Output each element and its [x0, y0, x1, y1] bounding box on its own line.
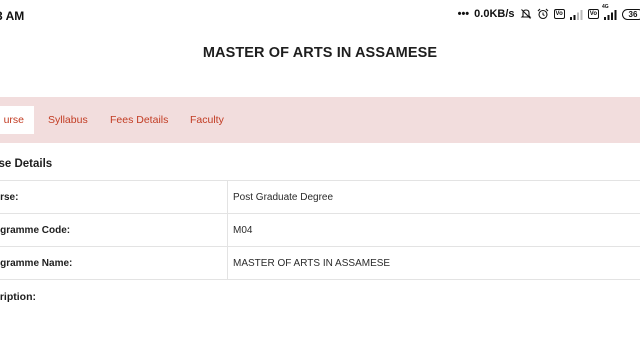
battery-icon: 36: [622, 8, 640, 20]
network-speed: 0.0KB/s: [474, 8, 515, 20]
status-time: 3 AM: [0, 9, 25, 23]
status-bar: 3 AM ••• 0.0KB/s Vo Vo 4G 36: [0, 0, 640, 34]
volte-icon: Vo: [587, 9, 599, 19]
signal-icon: [569, 9, 583, 20]
row-label: ogramme Name:: [0, 247, 228, 279]
tab-bar: urse Syllabus Fees Details Faculty: [0, 97, 640, 143]
description-label: cription:: [0, 291, 36, 303]
volte-icon: Vo: [553, 9, 565, 19]
tab-syllabus[interactable]: Syllabus: [48, 97, 88, 143]
alarm-icon: [537, 8, 549, 20]
network-type: 4G: [602, 3, 609, 10]
tab-faculty[interactable]: Faculty: [190, 97, 224, 143]
signal-4g-icon: 4G: [602, 4, 617, 20]
mute-icon: [520, 8, 532, 20]
row-value: M04: [233, 224, 253, 236]
tab-fees-details[interactable]: Fees Details: [110, 97, 168, 143]
row-label: urse:: [0, 181, 228, 213]
tab-course[interactable]: urse: [0, 106, 34, 134]
details-table: urse: Post Graduate Degree ogramme Code:…: [0, 180, 640, 280]
section-title: rse Details: [0, 158, 53, 170]
table-row: ogramme Code: M04: [0, 214, 640, 247]
more-dots: •••: [457, 8, 470, 20]
row-value: Post Graduate Degree: [233, 191, 334, 203]
table-row: urse: Post Graduate Degree: [0, 181, 640, 214]
row-value: MASTER OF ARTS IN ASSAMESE: [233, 257, 391, 269]
row-label: ogramme Code:: [0, 214, 228, 246]
table-row: ogramme Name: MASTER OF ARTS IN ASSAMESE: [0, 247, 640, 280]
page-title: MASTER OF ARTS IN ASSAMESE: [202, 45, 438, 61]
status-icons: ••• 0.0KB/s Vo Vo 4G 36: [457, 4, 640, 20]
